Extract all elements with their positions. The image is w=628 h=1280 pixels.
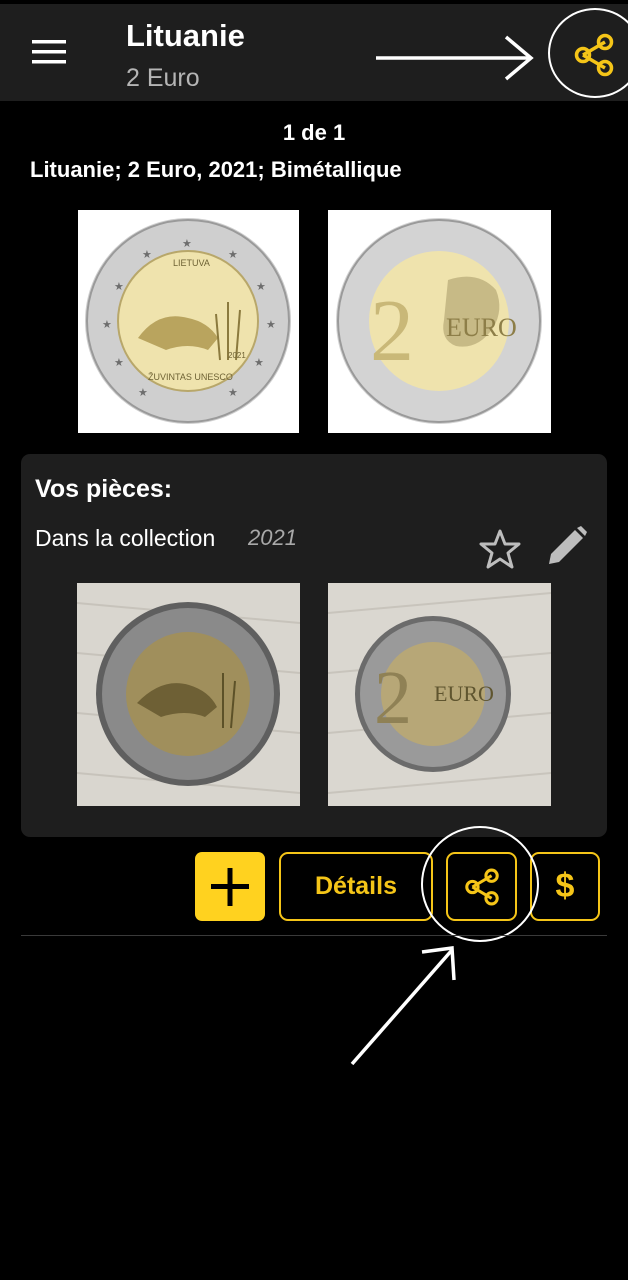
page-counter: 1 de 1 bbox=[282, 120, 346, 145]
star-icon[interactable] bbox=[478, 528, 522, 572]
collection-label: Dans la collection bbox=[35, 525, 216, 551]
divider bbox=[21, 935, 607, 936]
status-strip bbox=[0, 0, 628, 4]
pencil-icon[interactable] bbox=[545, 524, 589, 568]
svg-text:EURO: EURO bbox=[434, 681, 494, 706]
user-coin-obverse-photo[interactable] bbox=[77, 583, 300, 806]
svg-text:★: ★ bbox=[266, 319, 276, 331]
user-coin-reverse-photo[interactable]: 2 EURO bbox=[328, 583, 551, 806]
details-button[interactable]: Détails bbox=[279, 852, 433, 921]
coin-euro-word: EURO bbox=[446, 313, 517, 342]
svg-text:★: ★ bbox=[102, 319, 112, 331]
svg-text:★: ★ bbox=[182, 238, 192, 250]
coin-reverse-image[interactable]: 2 EURO bbox=[328, 210, 551, 433]
page-title: Lituanie bbox=[126, 18, 245, 53]
annotation-arrow-right-icon bbox=[376, 35, 536, 81]
annotation-arrow-up-icon bbox=[346, 938, 466, 1070]
coin-denomination: 2 bbox=[370, 283, 414, 380]
svg-text:2: 2 bbox=[374, 656, 412, 740]
coin-obverse-image[interactable]: ★ ★ ★ ★ ★ ★ ★ ★ ★ ★ ★ LIETUVA ŽUVINTAS U… bbox=[78, 210, 299, 433]
coin-year-mark: 2021 bbox=[228, 351, 246, 360]
svg-text:★: ★ bbox=[228, 249, 238, 261]
svg-text:★: ★ bbox=[228, 387, 238, 399]
collection-title: Vos pièces: bbox=[35, 475, 173, 503]
svg-text:★: ★ bbox=[256, 281, 266, 293]
coin-legend-top: LIETUVA bbox=[173, 258, 210, 268]
annotation-circle bbox=[421, 826, 539, 942]
price-button[interactable]: $ bbox=[530, 852, 600, 921]
coin-legend-bottom: ŽUVINTAS UNESCO bbox=[148, 372, 233, 382]
plus-icon bbox=[211, 868, 249, 906]
hamburger-menu-icon[interactable] bbox=[32, 40, 66, 64]
svg-text:★: ★ bbox=[114, 281, 124, 293]
add-button[interactable] bbox=[195, 852, 265, 921]
svg-text:★: ★ bbox=[142, 249, 152, 261]
svg-text:★: ★ bbox=[254, 357, 264, 369]
svg-text:★: ★ bbox=[114, 357, 124, 369]
page-subtitle: 2 Euro bbox=[126, 64, 200, 92]
collection-year: 2021 bbox=[248, 525, 297, 550]
coin-description: Lituanie; 2 Euro, 2021; Bimétallique bbox=[30, 157, 402, 182]
svg-text:★: ★ bbox=[138, 387, 148, 399]
